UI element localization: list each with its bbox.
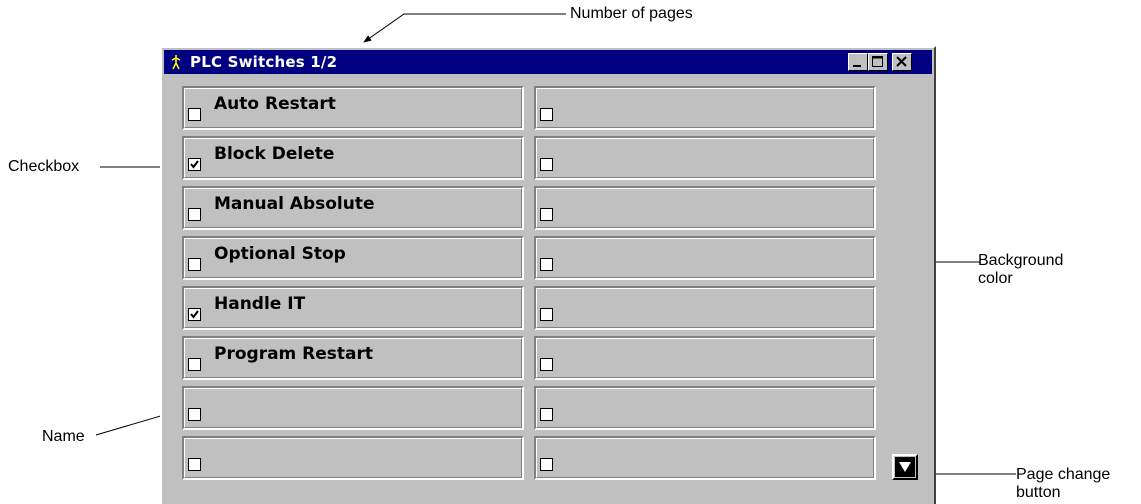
switch-cell[interactable] xyxy=(534,286,876,330)
maximize-icon xyxy=(872,56,883,67)
close-button[interactable] xyxy=(892,53,912,71)
switch-cell[interactable] xyxy=(534,136,876,180)
switch-cell[interactable]: Block Delete xyxy=(182,136,524,180)
callout-line-number-of-pages xyxy=(363,13,566,43)
title-bar[interactable]: PLC Switches 1/2 xyxy=(164,50,932,74)
app-icon xyxy=(170,54,182,70)
switch-label: Block Delete xyxy=(214,144,335,164)
switch-cell[interactable]: Auto Restart xyxy=(182,86,524,130)
switch-cell[interactable]: Optional Stop xyxy=(182,236,524,280)
minimize-button[interactable] xyxy=(848,53,868,71)
switch-label: Manual Absolute xyxy=(214,194,375,214)
checkmark-icon xyxy=(190,160,199,169)
checkbox[interactable] xyxy=(188,408,201,421)
callout-name: Name xyxy=(42,428,85,445)
switch-cell[interactable] xyxy=(534,236,876,280)
checkbox[interactable] xyxy=(188,358,201,371)
checkbox[interactable] xyxy=(188,158,201,171)
switch-cell[interactable] xyxy=(182,436,524,480)
checkbox[interactable] xyxy=(540,408,553,421)
close-icon xyxy=(896,56,907,67)
minimize-icon xyxy=(853,65,861,67)
checkbox[interactable] xyxy=(188,458,201,471)
checkbox[interactable] xyxy=(540,208,553,221)
switch-cell[interactable]: Manual Absolute xyxy=(182,186,524,230)
callout-checkbox: Checkbox xyxy=(8,158,80,175)
switch-cell[interactable]: Program Restart xyxy=(182,336,524,380)
switch-label: Program Restart xyxy=(214,344,374,364)
switch-cell[interactable] xyxy=(534,86,876,130)
plc-switches-window: PLC Switches 1/2 Auto Restart Block Delet… xyxy=(160,46,936,504)
triangle-down-icon xyxy=(895,457,915,477)
switch-cell[interactable] xyxy=(534,186,876,230)
switch-cell[interactable] xyxy=(534,336,876,380)
page-change-button[interactable] xyxy=(892,454,918,480)
checkbox[interactable] xyxy=(188,108,201,121)
maximize-button[interactable] xyxy=(868,53,888,71)
callout-number-of-pages: Number of pages xyxy=(570,5,693,22)
checkbox[interactable] xyxy=(188,258,201,271)
checkbox[interactable] xyxy=(188,208,201,221)
callout-page-change-button: Page change button xyxy=(1016,466,1111,501)
checkbox[interactable] xyxy=(540,458,553,471)
switch-label: Handle IT xyxy=(214,294,306,314)
checkbox[interactable] xyxy=(540,108,553,121)
window-title: PLC Switches 1/2 xyxy=(190,53,338,71)
switch-cell[interactable] xyxy=(534,386,876,430)
checkmark-icon xyxy=(190,310,199,319)
switch-label: Auto Restart xyxy=(214,94,336,114)
checkbox[interactable] xyxy=(540,308,553,321)
switch-label: Optional Stop xyxy=(214,244,346,264)
switch-cell[interactable]: Handle IT xyxy=(182,286,524,330)
switch-cell[interactable] xyxy=(182,386,524,430)
checkbox[interactable] xyxy=(540,358,553,371)
checkbox[interactable] xyxy=(540,258,553,271)
checkbox[interactable] xyxy=(540,158,553,171)
checkbox[interactable] xyxy=(188,308,201,321)
switch-cell[interactable] xyxy=(534,436,876,480)
callout-background-color: Background color xyxy=(978,252,1064,287)
